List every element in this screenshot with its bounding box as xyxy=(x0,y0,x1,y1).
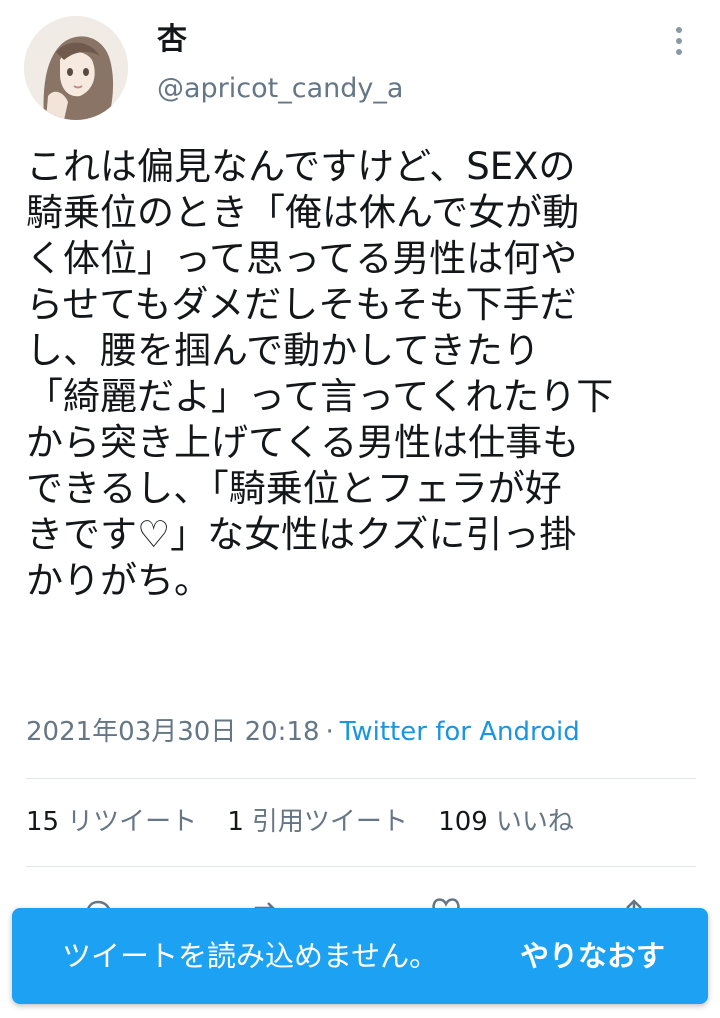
tweet-timestamp[interactable]: 2021年03月30日 20:18 xyxy=(26,717,320,747)
tweet-text: これは偏見なんですけど、SEXの 騎乗位のとき「俺は休んで女が動 く体位」って思… xyxy=(26,144,696,604)
tweet-line: 「綺麗だよ」って言ってくれたり下 xyxy=(26,375,614,418)
divider xyxy=(26,866,696,867)
tweet-line: 騎乗位のとき「俺は休んで女が動 xyxy=(26,191,580,234)
tweet-line: く体位」って思ってる男性は何や xyxy=(26,237,578,280)
tweet-line: できるし、「騎乗位とフェラが好 xyxy=(26,467,562,510)
retweet-count: 15 xyxy=(26,807,60,837)
toast-message: ツイートを読み込めません。 xyxy=(62,939,439,973)
divider xyxy=(26,778,696,779)
avatar[interactable] xyxy=(24,16,128,120)
tweet-line: らせてもダメだしそもそも下手だ xyxy=(26,283,577,326)
tweet-source[interactable]: Twitter for Android xyxy=(340,717,580,747)
tweet-line: から突き上げてくる男性は仕事も xyxy=(26,421,580,464)
tweet-stats: 15 リツイート 1 引用ツイート 109 いいね xyxy=(26,804,596,840)
retweet-stat[interactable]: 15 リツイート xyxy=(26,807,197,837)
quote-count: 1 xyxy=(227,807,244,837)
user-handle[interactable]: @apricot_candy_a xyxy=(157,72,403,106)
avatar-illustration xyxy=(24,16,128,120)
retry-button[interactable]: やりなおす xyxy=(512,934,673,978)
like-stat[interactable]: 109 いいね xyxy=(438,807,574,837)
like-count: 109 xyxy=(438,807,488,837)
tweet-line: かりがち。 xyxy=(26,559,211,602)
more-dot xyxy=(676,27,682,33)
tweet-line: これは偏見なんですけど、SEXの xyxy=(26,145,576,188)
more-dot xyxy=(676,49,682,55)
quote-stat[interactable]: 1 引用ツイート xyxy=(227,807,408,837)
like-label: いいね xyxy=(495,807,574,837)
retweet-label: リツイート xyxy=(67,807,198,837)
quote-label: 引用ツイート xyxy=(251,807,408,837)
more-dot xyxy=(676,38,682,44)
tweet-line: きです♡」な女性はクズに引っ掛 xyxy=(26,513,577,556)
tweet-line: し、腰を掴んで動かしてきたり xyxy=(26,329,540,372)
error-toast: ツイートを読み込めません。 やりなおす xyxy=(12,908,708,1004)
tweet-meta: 2021年03月30日 20:18 · Twitter for Android xyxy=(26,715,580,749)
display-name[interactable]: 杏 xyxy=(157,22,187,58)
more-vertical-icon[interactable] xyxy=(664,24,694,58)
meta-separator: · xyxy=(325,717,334,747)
